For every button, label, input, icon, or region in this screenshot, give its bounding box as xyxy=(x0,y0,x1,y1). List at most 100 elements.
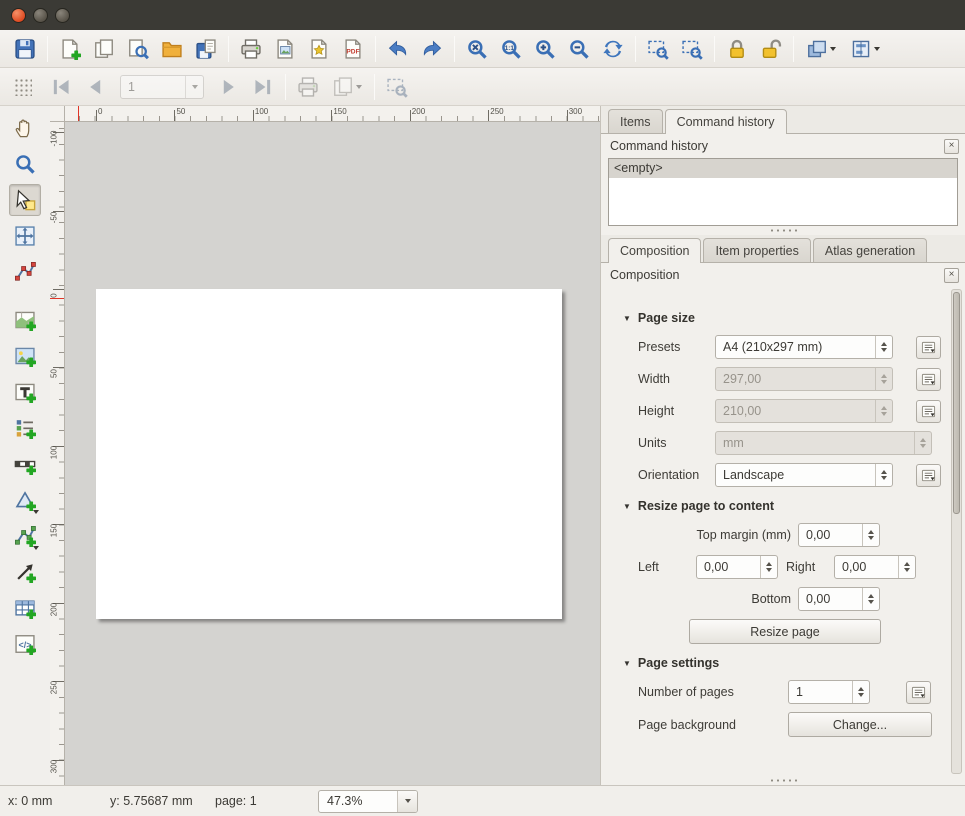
bottom-margin-spinbox[interactable]: 0,00 xyxy=(798,587,880,611)
add-label-button[interactable] xyxy=(9,376,41,408)
spin-arrows[interactable] xyxy=(862,588,879,610)
spin-arrows[interactable] xyxy=(875,400,892,422)
width-data-defined-button[interactable] xyxy=(916,368,941,391)
page-settings-group-header[interactable]: ▼ Page settings xyxy=(623,656,965,670)
add-node-item-button[interactable] xyxy=(9,520,41,552)
duplicate-composition-button[interactable] xyxy=(87,33,121,65)
atlas-first-feature-button[interactable] xyxy=(44,71,78,103)
composition-canvas[interactable] xyxy=(65,122,600,785)
raise-items-button[interactable] xyxy=(799,33,843,65)
close-dock-button[interactable]: × xyxy=(944,139,959,154)
export-atlas-button[interactable] xyxy=(325,71,369,103)
zoom-out-button[interactable] xyxy=(562,33,596,65)
preview-atlas-button[interactable] xyxy=(380,71,414,103)
export-as-svg-button[interactable] xyxy=(302,33,336,65)
top-margin-spinbox[interactable]: 0,00 xyxy=(798,523,880,547)
toolbar-drag-handle[interactable] xyxy=(14,78,32,96)
zoom-100-button[interactable] xyxy=(494,33,528,65)
presets-data-defined-button[interactable] xyxy=(916,336,941,359)
add-shape-button[interactable] xyxy=(9,484,41,516)
add-html-frame-button[interactable] xyxy=(9,628,41,660)
orientation-combo[interactable]: Landscape xyxy=(715,463,893,487)
tab-item-properties[interactable]: Item properties xyxy=(703,238,810,262)
zoom-to-selection-button[interactable] xyxy=(641,33,675,65)
atlas-last-feature-button[interactable] xyxy=(246,71,280,103)
resize-page-button[interactable]: Resize page xyxy=(689,619,881,644)
right-margin-spinbox[interactable]: 0,00 xyxy=(834,555,916,579)
toolbar-separator xyxy=(793,36,794,62)
scrollbar-thumb[interactable] xyxy=(953,292,960,514)
align-items-button[interactable] xyxy=(843,33,887,65)
height-spinbox[interactable]: 210,00 xyxy=(715,399,893,423)
window-minimize-button[interactable] xyxy=(33,8,48,23)
qgis-composer-window: Composer Edit View Layout Atlas Settings xyxy=(0,0,965,816)
print-button[interactable] xyxy=(234,33,268,65)
add-legend-button[interactable] xyxy=(9,412,41,444)
new-composition-button[interactable] xyxy=(53,33,87,65)
units-combo[interactable]: mm xyxy=(715,431,932,455)
zoom-tool-button[interactable] xyxy=(9,148,41,180)
select-move-item-tool-button[interactable] xyxy=(9,184,41,216)
tab-composition[interactable]: Composition xyxy=(608,238,701,263)
composition-page[interactable] xyxy=(96,289,562,619)
atlas-previous-feature-button[interactable] xyxy=(78,71,112,103)
page-background-change-button[interactable]: Change... xyxy=(788,712,932,737)
pan-tool-button[interactable] xyxy=(9,112,41,144)
command-history-list[interactable]: <empty> xyxy=(608,158,958,226)
save-as-template-button[interactable] xyxy=(189,33,223,65)
export-as-image-button[interactable] xyxy=(268,33,302,65)
left-margin-spinbox[interactable]: 0,00 xyxy=(696,555,778,579)
save-button[interactable] xyxy=(8,33,42,65)
num-pages-data-defined-button[interactable] xyxy=(906,681,931,704)
print-atlas-button[interactable] xyxy=(291,71,325,103)
export-as-pdf-button[interactable] xyxy=(336,33,370,65)
redo-button[interactable] xyxy=(415,33,449,65)
dock-splitter[interactable] xyxy=(601,776,965,785)
refresh-view-button[interactable] xyxy=(596,33,630,65)
zoom-in-button[interactable] xyxy=(528,33,562,65)
move-item-content-tool-button[interactable] xyxy=(9,220,41,252)
number-of-pages-spinbox[interactable]: 1 xyxy=(788,680,870,704)
orientation-data-defined-button[interactable] xyxy=(916,464,941,487)
spin-arrows[interactable] xyxy=(852,681,869,703)
add-scalebar-button[interactable] xyxy=(9,448,41,480)
zoom-full-button[interactable] xyxy=(460,33,494,65)
zoom-to-region-button[interactable] xyxy=(675,33,709,65)
spin-arrows[interactable] xyxy=(760,556,777,578)
add-arrow-button[interactable] xyxy=(9,556,41,588)
resize-page-group-header[interactable]: ▼ Resize page to content xyxy=(623,499,965,513)
close-dock-button[interactable]: × xyxy=(944,268,959,283)
undo-button[interactable] xyxy=(381,33,415,65)
unlock-all-items-button[interactable] xyxy=(754,33,788,65)
composer-manager-button[interactable] xyxy=(121,33,155,65)
add-attribute-table-button[interactable] xyxy=(9,592,41,624)
tab-items[interactable]: Items xyxy=(608,109,663,133)
atlas-page-dropdown[interactable] xyxy=(185,76,203,98)
presets-combo[interactable]: A4 (210x297 mm) xyxy=(715,335,893,359)
tab-command-history[interactable]: Command history xyxy=(665,109,787,134)
panel-vertical-scrollbar[interactable] xyxy=(951,289,962,774)
window-maximize-button[interactable] xyxy=(55,8,70,23)
lock-items-button[interactable] xyxy=(720,33,754,65)
combo-arrows[interactable] xyxy=(875,336,892,358)
dock-splitter[interactable] xyxy=(601,226,965,235)
atlas-page-number-input[interactable]: 1 xyxy=(120,75,204,99)
window-close-button[interactable] xyxy=(11,8,26,23)
add-new-map-button[interactable] xyxy=(9,304,41,336)
atlas-next-feature-button[interactable] xyxy=(212,71,246,103)
command-history-empty-row[interactable]: <empty> xyxy=(609,159,957,178)
spin-arrows[interactable] xyxy=(875,368,892,390)
spin-arrows[interactable] xyxy=(898,556,915,578)
zoom-dropdown-button[interactable] xyxy=(397,791,417,812)
combo-arrows[interactable] xyxy=(914,432,931,454)
add-image-button[interactable] xyxy=(9,340,41,372)
combo-arrows[interactable] xyxy=(875,464,892,486)
zoom-level-combo[interactable]: 47.3% xyxy=(318,790,418,813)
tab-atlas-generation[interactable]: Atlas generation xyxy=(813,238,927,262)
height-data-defined-button[interactable] xyxy=(916,400,941,423)
load-from-template-button[interactable] xyxy=(155,33,189,65)
page-size-group-header[interactable]: ▼ Page size xyxy=(623,311,965,325)
spin-arrows[interactable] xyxy=(862,524,879,546)
edit-nodes-item-tool-button[interactable] xyxy=(9,256,41,288)
width-spinbox[interactable]: 297,00 xyxy=(715,367,893,391)
